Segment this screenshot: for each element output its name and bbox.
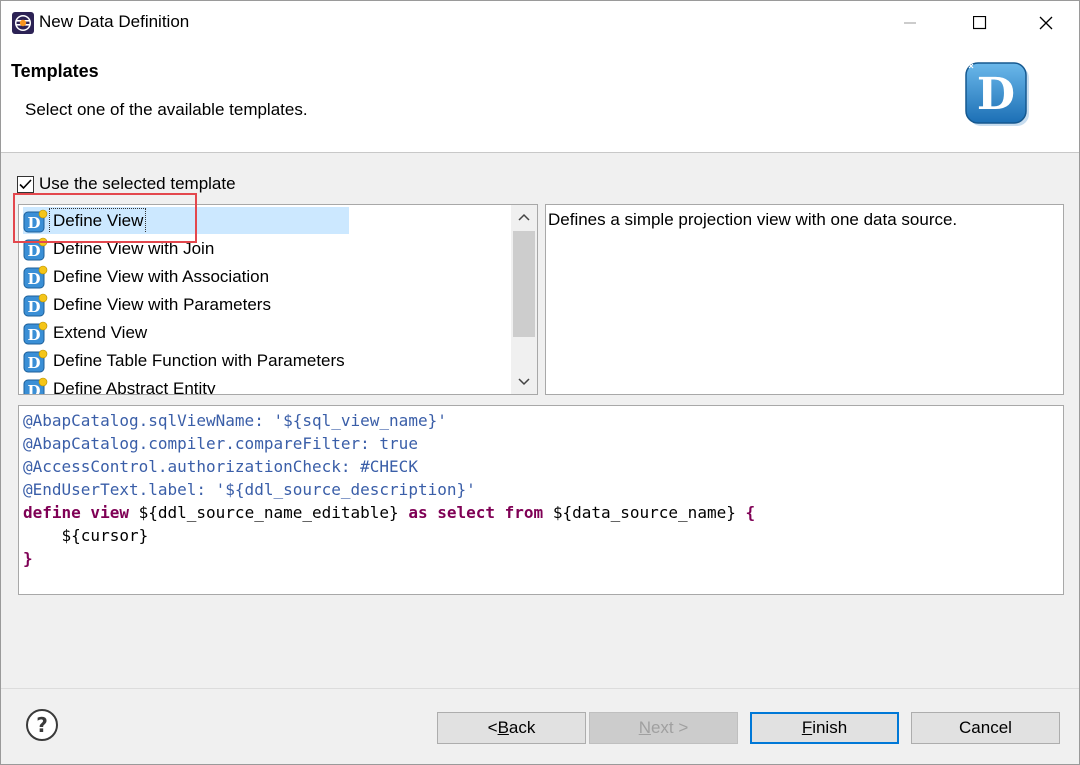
code-token: ${ddl_source_name_editable} [128, 503, 409, 522]
page-description: Select one of the available templates. [25, 100, 308, 119]
finish-button[interactable]: Finish [750, 712, 899, 744]
code-line: } [23, 549, 33, 568]
template-preview-code: @AbapCatalog.sqlViewName: '${sql_view_na… [18, 405, 1064, 595]
list-item-define-view-with-association[interactable]: D Define View with Association [23, 263, 271, 291]
checkmark-icon [19, 178, 32, 189]
list-item-label: Define View with Parameters [53, 295, 271, 314]
svg-text:D: D [27, 270, 40, 288]
scroll-down-button[interactable] [511, 370, 537, 394]
list-item-label: Define View with Join [53, 239, 215, 258]
code-line: @AccessControl.authorizationCheck: #CHEC… [23, 457, 418, 476]
cancel-button[interactable]: Cancel [911, 712, 1060, 744]
template-description: Defines a simple projection view with on… [545, 204, 1064, 395]
close-button[interactable] [1013, 1, 1079, 45]
next-label: ext > [650, 718, 689, 737]
ddl-template-icon: D [23, 321, 48, 344]
vertical-scrollbar[interactable] [511, 205, 537, 394]
list-item-label: Extend View [53, 323, 148, 342]
use-template-label: Use the selected template [39, 174, 236, 193]
list-item-label: Define View with Association [53, 267, 270, 286]
code-line: @AbapCatalog.sqlViewName: '${sql_view_na… [23, 411, 447, 430]
list-item-extend-view[interactable]: D Extend View [23, 319, 149, 347]
data-definition-logo-icon: D [965, 62, 1029, 126]
minimize-button[interactable] [877, 1, 943, 45]
svg-text:D: D [27, 214, 40, 232]
back-prefix: < [487, 718, 498, 737]
svg-text:D: D [27, 242, 40, 260]
maximize-button[interactable] [947, 1, 1013, 45]
list-item-define-view[interactable]: D Define View [23, 207, 146, 235]
ddl-template-icon: D [23, 265, 48, 288]
list-item-define-table-function[interactable]: D Define Table Function with Parameters [23, 347, 347, 375]
checkbox-box[interactable] [17, 175, 34, 193]
svg-text:?: ? [36, 713, 48, 737]
page-title: Templates [11, 61, 99, 81]
back-mnemonic: B [497, 718, 509, 737]
code-line: @EndUserText.label: '${ddl_source_descri… [23, 480, 476, 499]
finish-mnemonic: F [801, 718, 813, 737]
list-item-define-view-with-parameters[interactable]: D Define View with Parameters [23, 291, 273, 319]
svg-text:D: D [27, 354, 40, 372]
scroll-thumb[interactable] [513, 231, 535, 337]
svg-text:D: D [977, 69, 1015, 120]
back-button[interactable]: < Back [437, 712, 586, 744]
list-item-label: Define View [51, 210, 146, 232]
code-keyword: as select from [408, 503, 544, 522]
ddl-template-icon: D [23, 349, 48, 372]
description-text: Defines a simple projection view with on… [548, 210, 958, 229]
scroll-up-button[interactable] [511, 205, 537, 229]
svg-text:D: D [27, 382, 40, 396]
dialog-window: New Data Definition Templates Select one… [0, 0, 1080, 765]
next-button[interactable]: Next > [589, 712, 738, 744]
maximize-icon [973, 16, 987, 30]
svg-text:D: D [27, 298, 40, 316]
chevron-down-icon [518, 378, 530, 386]
list-item-label: Define Table Function with Parameters [53, 351, 345, 370]
minimize-icon [904, 22, 916, 24]
code-line: ${cursor} [23, 526, 149, 545]
chevron-up-icon [518, 213, 530, 221]
code-keyword: { [745, 503, 756, 522]
code-keyword: define view [23, 503, 129, 522]
list-item-label: Define Abstract Entity [53, 379, 216, 395]
close-icon [1039, 16, 1053, 30]
title-bar: New Data Definition [1, 1, 1079, 45]
use-template-checkbox[interactable]: Use the selected template [17, 174, 236, 194]
template-list[interactable]: D Define View D Define View with Join D … [18, 204, 538, 395]
code-line: @AbapCatalog.compiler.compareFilter: tru… [23, 434, 418, 453]
ddl-template-icon: D [23, 237, 48, 260]
list-item-define-abstract-entity[interactable]: D Define Abstract Entity [23, 375, 218, 396]
svg-text:D: D [27, 326, 40, 344]
back-label: ack [508, 718, 536, 737]
finish-label: inish [812, 718, 848, 737]
window-title: New Data Definition [39, 12, 190, 31]
help-icon[interactable]: ? [25, 708, 59, 742]
code-line: define view ${ddl_source_name_editable} … [23, 501, 1059, 524]
ddl-template-icon: D [23, 209, 48, 232]
next-mnemonic: N [638, 718, 651, 737]
ddl-template-icon: D [23, 293, 48, 316]
ddl-template-icon: D [23, 377, 48, 396]
footer-separator [1, 688, 1079, 689]
eclipse-app-icon [12, 12, 34, 34]
code-token: ${data_source_name} [543, 503, 746, 522]
list-item-define-view-with-join[interactable]: D Define View with Join [23, 235, 216, 263]
wizard-header: Templates Select one of the available te… [1, 45, 1079, 153]
